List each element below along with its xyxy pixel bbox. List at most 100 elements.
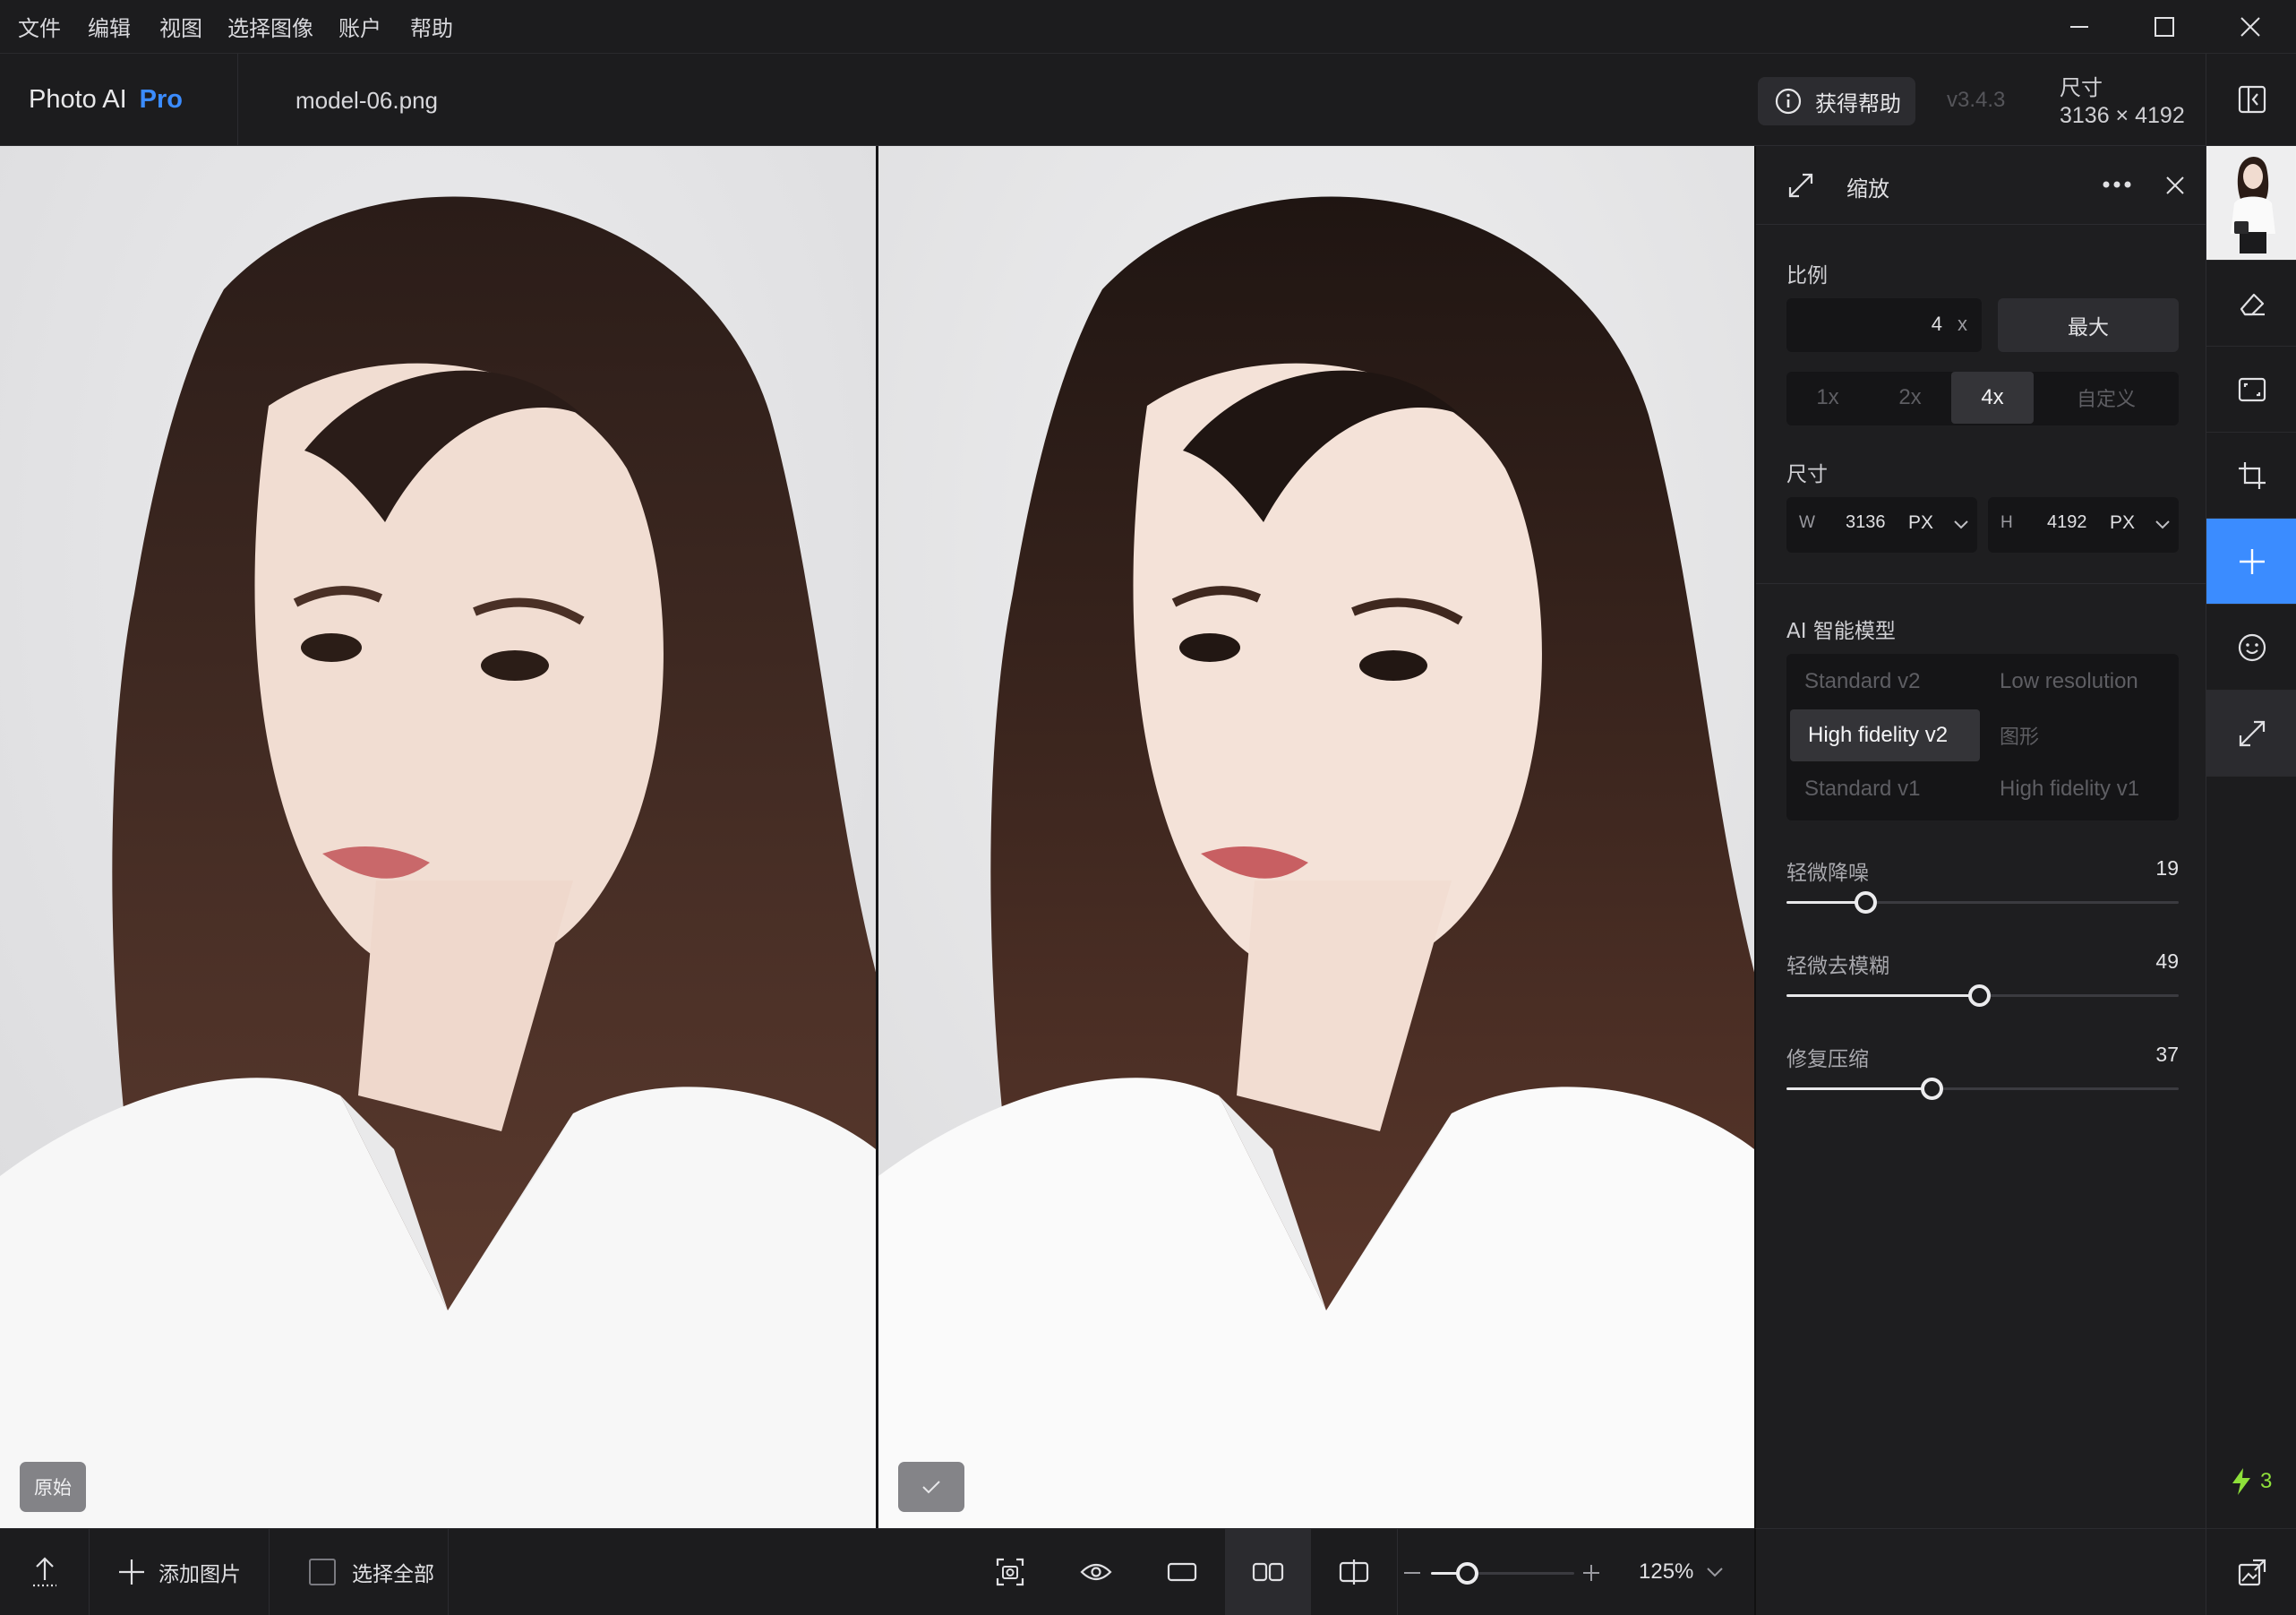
preset-2x[interactable]: 2x	[1869, 372, 1951, 424]
compression-fix-value: 37	[2155, 1043, 2179, 1066]
app-name: Photo AI	[29, 85, 127, 114]
deblur-slider-thumb[interactable]	[1967, 984, 1991, 1007]
zoom-slider-thumb[interactable]	[1456, 1562, 1478, 1585]
denoise-slider-thumb[interactable]	[1854, 891, 1877, 914]
height-value: 4192	[2047, 512, 2087, 532]
frame-tool[interactable]	[2206, 347, 2296, 433]
minimize-button[interactable]	[2037, 0, 2121, 54]
height-field[interactable]: H 4192 PX	[1988, 497, 2179, 553]
menu-select-image[interactable]: 选择图像	[227, 11, 313, 42]
width-field-label: W	[1799, 513, 1815, 532]
preview-toggle-button[interactable]	[1053, 1529, 1139, 1615]
scale-presets: 1x 2x 4x 自定义	[1786, 372, 2179, 425]
close-window-button[interactable]	[2208, 0, 2292, 54]
maximize-button[interactable]	[2122, 0, 2206, 54]
info-icon	[1775, 88, 1802, 115]
image-thumbnail[interactable]	[2206, 146, 2296, 261]
preset-1x[interactable]: 1x	[1786, 372, 1869, 424]
original-image-pane[interactable]: 原始	[0, 146, 876, 1528]
face-tool[interactable]	[2206, 605, 2296, 691]
credits-indicator: 3	[2230, 1467, 2272, 1496]
compression-fix-slider-thumb[interactable]	[1921, 1078, 1944, 1100]
snapshot-button[interactable]	[967, 1529, 1053, 1615]
menu-edit[interactable]: 编辑	[88, 11, 131, 42]
split-view-button[interactable]	[1311, 1529, 1397, 1615]
expand-arrows-icon	[2239, 720, 2265, 746]
zoom-level-select[interactable]: 125%	[1639, 1529, 1754, 1615]
file-name: model-06.png	[296, 87, 438, 114]
compression-fix-slider[interactable]	[1786, 1078, 2179, 1100]
model-graphics[interactable]: 图形	[1982, 709, 2177, 761]
zoom-in-icon[interactable]	[1581, 1563, 1601, 1583]
more-options-icon[interactable]	[2102, 180, 2132, 189]
menu-view[interactable]: 视图	[159, 11, 202, 42]
dimensions-label: 尺寸	[1786, 463, 1828, 486]
deblur-value: 49	[2155, 949, 2179, 973]
select-all-label: 选择全部	[352, 1563, 434, 1586]
single-view-button[interactable]	[1139, 1529, 1225, 1615]
eraser-tool[interactable]	[2206, 261, 2296, 347]
side-by-side-icon	[1252, 1562, 1284, 1582]
compression-fix-slider-fill	[1786, 1087, 1932, 1090]
get-help-button[interactable]: 获得帮助	[1758, 77, 1915, 125]
model-standard-v2[interactable]: Standard v2	[1786, 656, 1980, 708]
model-high-fidelity-v1[interactable]: High fidelity v1	[1982, 763, 2177, 815]
scale-input[interactable]: 4 x	[1786, 298, 1982, 352]
upload-button[interactable]	[0, 1529, 89, 1615]
split-view-icon	[1339, 1559, 1369, 1585]
menu-account[interactable]: 账户	[338, 11, 381, 42]
enhanced-image-pane[interactable]	[878, 146, 1754, 1528]
max-scale-button[interactable]: 最大	[1998, 298, 2179, 352]
upscale-tool[interactable]	[2206, 691, 2296, 777]
denoise-slider[interactable]	[1786, 891, 2179, 914]
chevron-down-icon	[1707, 1568, 1724, 1577]
model-high-fidelity-v2[interactable]: High fidelity v2	[1790, 709, 1980, 761]
original-portrait-image	[0, 146, 876, 1528]
panel-title: 缩放	[1846, 176, 1889, 202]
maximize-icon	[2155, 17, 2174, 37]
menu-help[interactable]: 帮助	[410, 11, 453, 42]
model-low-resolution[interactable]: Low resolution	[1982, 656, 2177, 708]
credits-count: 3	[2260, 1469, 2273, 1493]
width-field[interactable]: W 3136 PX	[1786, 497, 1977, 553]
crop-tool[interactable]	[2206, 433, 2296, 519]
expand-arrows-icon	[1788, 173, 1813, 198]
scale-value: 4	[1931, 313, 1942, 335]
add-tool[interactable]	[2206, 519, 2296, 605]
separator	[1397, 1529, 1398, 1615]
toggle-panel-button[interactable]	[2206, 54, 2296, 146]
plus-icon	[119, 1559, 144, 1585]
close-panel-icon[interactable]	[2164, 175, 2186, 196]
separator	[269, 1529, 270, 1615]
check-icon	[922, 1481, 940, 1494]
model-standard-v1[interactable]: Standard v1	[1786, 763, 1980, 815]
scale-label: 比例	[1786, 264, 1828, 288]
zoom-out-icon[interactable]	[1402, 1563, 1422, 1583]
panel-header: 缩放	[1756, 146, 2206, 225]
deblur-slider[interactable]	[1786, 984, 2179, 1007]
image-export-icon	[2238, 1559, 2266, 1586]
deblur-slider-fill	[1786, 994, 1979, 997]
enhanced-tag	[898, 1462, 964, 1512]
close-icon	[2240, 17, 2260, 37]
export-image-button[interactable]	[2206, 1528, 2296, 1615]
select-all-checkbox[interactable]: 选择全部	[287, 1529, 457, 1615]
preset-custom[interactable]: 自定义	[2034, 372, 2179, 424]
thumbnail-image	[2208, 147, 2295, 259]
size-value: 3136 × 4192	[2060, 103, 2185, 128]
menu-file[interactable]: 文件	[18, 11, 61, 42]
preset-4x[interactable]: 4x	[1951, 372, 2034, 424]
smiley-icon	[2238, 633, 2266, 661]
add-image-button[interactable]: 添加图片	[90, 1529, 269, 1615]
chevron-down-icon	[1954, 520, 1968, 529]
eraser-icon	[2240, 293, 2265, 315]
tool-sidebar: 3	[2206, 54, 2296, 1615]
add-image-label: 添加图片	[158, 1563, 241, 1586]
height-field-label: H	[2000, 513, 2013, 532]
scale-unit: x	[1958, 313, 1967, 335]
separator	[448, 1529, 449, 1615]
app-brand: Photo AI Pro	[0, 54, 238, 146]
zoom-slider[interactable]	[1431, 1562, 1574, 1585]
lightning-icon	[2232, 1468, 2250, 1495]
side-by-side-view-button[interactable]	[1225, 1529, 1311, 1615]
